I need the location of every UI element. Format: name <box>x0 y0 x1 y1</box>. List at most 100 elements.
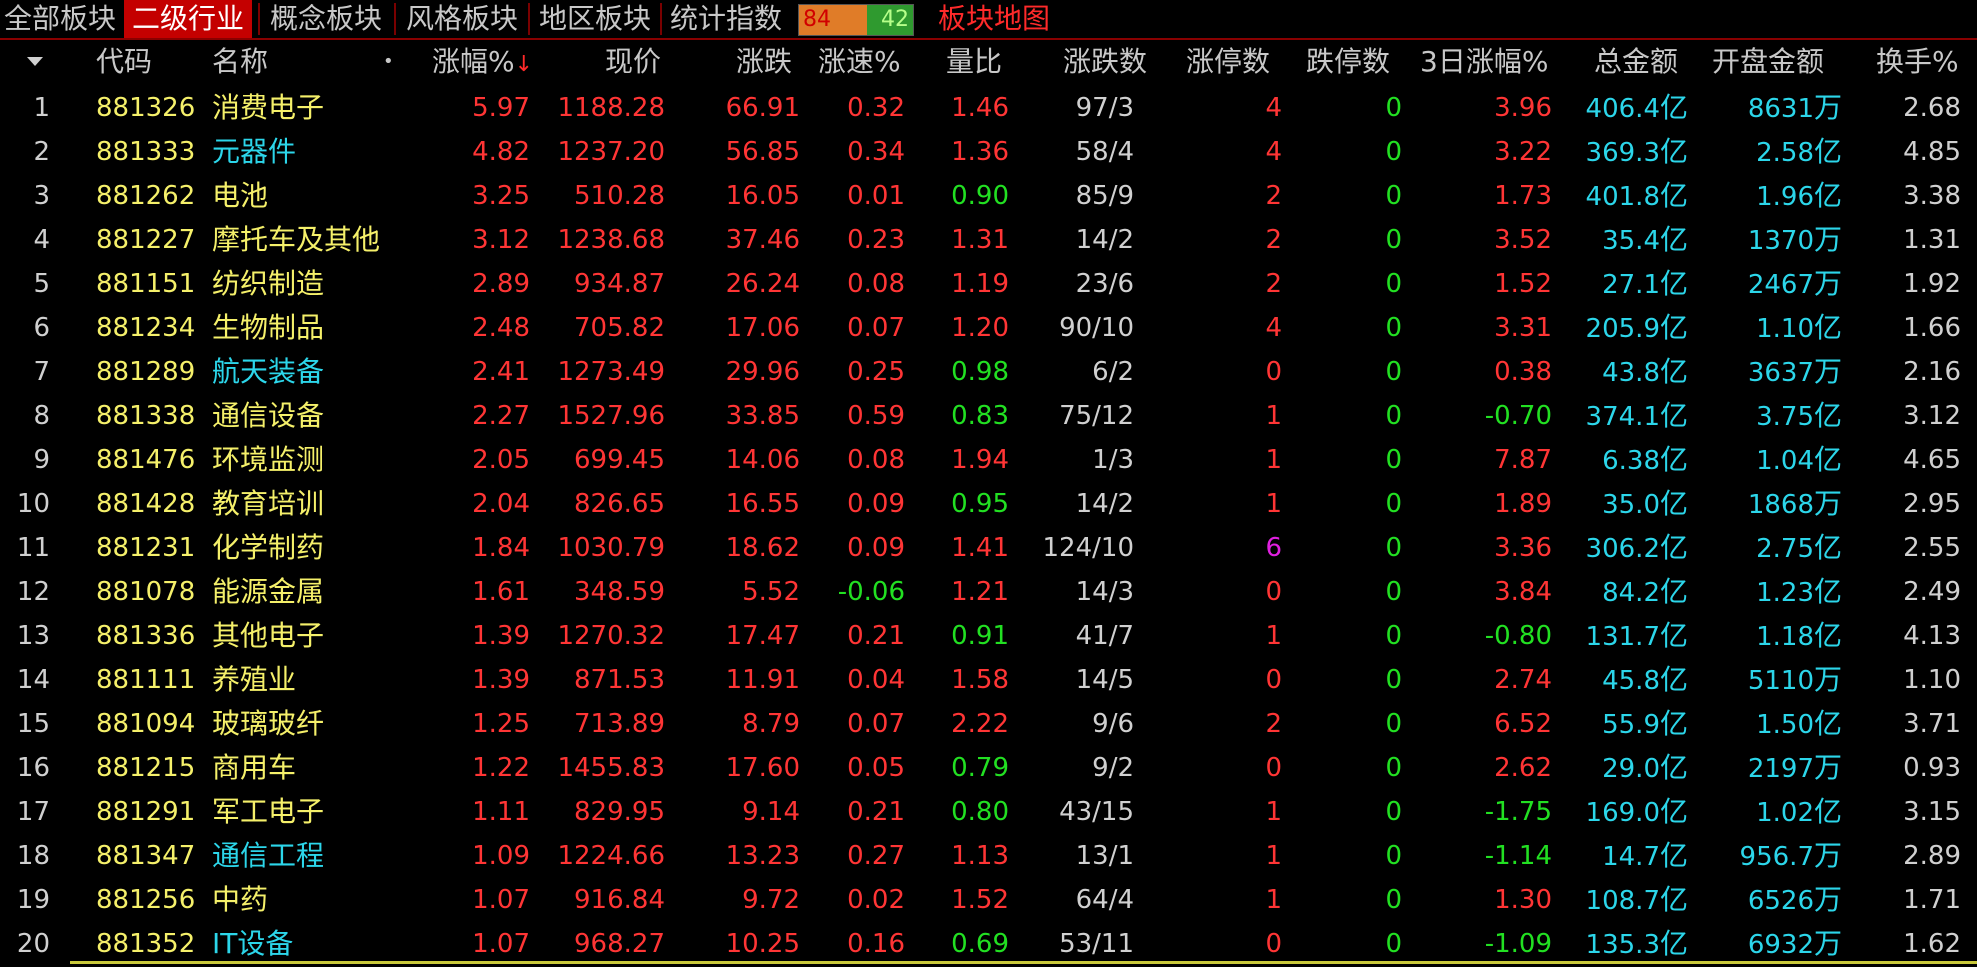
change-speed: 0.32 <box>847 93 905 123</box>
sector-code: 881231 <box>96 533 196 563</box>
pct-change: 1.07 <box>472 885 530 915</box>
table-row[interactable]: 11 881231 化学制药 1.84 1030.79 18.62 0.09 1.41 124/… <box>0 526 1977 570</box>
volume-ratio: 0.83 <box>951 401 1009 431</box>
table-row[interactable]: 14 881111 养殖业 1.39 871.53 11.91 0.04 1.58 14/5 0 0… <box>0 658 1977 702</box>
total-amount-value: 205.9 <box>1585 314 1660 344</box>
price-change: 17.47 <box>725 621 800 651</box>
table-row[interactable]: 20 881352 IT设备 1.07 968.27 10.25 0.16 0.69 53/11… <box>0 922 1977 966</box>
sector-name: 电池 <box>212 179 269 212</box>
table-row[interactable]: 9 881476 环境监测 2.05 699.45 14.06 0.08 1.94 1/3 1 0 7… <box>0 438 1977 482</box>
tab-concept-sectors[interactable]: 概念板块 <box>262 0 390 38</box>
price-change: 56.85 <box>725 137 800 167</box>
volume-ratio: 0.80 <box>951 797 1009 827</box>
total-amount-unit: 亿 <box>1659 531 1688 564</box>
up-down-count: 124/10 <box>1042 533 1134 563</box>
table-row[interactable]: 15 881094 玻璃玻纤 1.25 713.89 8.79 0.07 2.22 9/6 2 0 6… <box>0 702 1977 746</box>
total-amount-unit: 亿 <box>1659 751 1688 784</box>
tab-style-sectors[interactable]: 风格板块 <box>398 0 526 38</box>
table-row[interactable]: 6 881234 生物制品 2.48 705.82 17.06 0.07 1.20 90/10 4… <box>0 306 1977 350</box>
price-change: 11.91 <box>725 665 800 695</box>
total-amount: 14.7亿 <box>1560 834 1688 878</box>
sector-name: 玻璃玻纤 <box>212 707 325 740</box>
pct-change: 1.25 <box>472 709 530 739</box>
table-row[interactable]: 5 881151 纺织制造 2.89 934.87 26.24 0.08 1.19 23/6 2 0… <box>0 262 1977 306</box>
header-pct-change-label: 涨幅% <box>432 45 515 78</box>
table-row[interactable]: 4 881227 摩托车及其他 3.12 1238.68 37.46 0.23 1.31 14/… <box>0 218 1977 262</box>
table-row[interactable]: 18 881347 通信工程 1.09 1224.66 13.23 0.27 1.13 13/1… <box>0 834 1977 878</box>
total-amount-value: 374.1 <box>1585 402 1660 432</box>
sector-map-link[interactable]: 板块地图 <box>938 0 1050 38</box>
limit-up-count: 0 <box>1265 357 1282 387</box>
price-change: 17.60 <box>725 753 800 783</box>
open-amount: 5110万 <box>1700 658 1842 702</box>
pct-change: 2.27 <box>472 401 530 431</box>
turnover: 1.66 <box>1903 313 1961 343</box>
three-day-change: 1.52 <box>1494 269 1552 299</box>
header-speed[interactable]: 涨速% <box>818 40 901 84</box>
table-row[interactable]: 1 881326 消费电子 5.97 1188.28 66.91 0.32 1.46 97/3 4… <box>0 86 1977 130</box>
pct-change: 1.07 <box>472 929 530 959</box>
header-volume-ratio[interactable]: 量比 <box>946 40 1002 84</box>
header-up-down-count[interactable]: 涨跌数 <box>1063 40 1147 84</box>
up-down-count: 6/2 <box>1092 357 1134 387</box>
limit-up-count: 1 <box>1265 797 1282 827</box>
change-speed: 0.21 <box>847 621 905 651</box>
header-total-amount[interactable]: 总金额 <box>1594 40 1678 84</box>
total-amount: 84.2亿 <box>1560 570 1688 614</box>
table-row[interactable]: 17 881291 军工电子 1.11 829.95 9.14 0.21 0.80 43/15 1… <box>0 790 1977 834</box>
sector-name: 能源金属 <box>212 575 325 608</box>
row-index: 12 <box>16 577 50 607</box>
header-open-amount[interactable]: 开盘金额 <box>1712 40 1824 84</box>
open-amount-value: 1868 <box>1747 490 1814 520</box>
change-speed: 0.16 <box>847 929 905 959</box>
current-price: 871.53 <box>574 665 665 695</box>
header-limit-down-count[interactable]: 跌停数 <box>1306 40 1390 84</box>
sector-name: 摩托车及其他 <box>212 223 381 256</box>
change-speed: 0.08 <box>847 269 905 299</box>
price-change: 29.96 <box>725 357 800 387</box>
header-code[interactable]: 代码 <box>96 40 152 84</box>
header-pct-change[interactable]: 涨幅%↓ <box>432 40 533 84</box>
table-row[interactable]: 3 881262 电池 3.25 510.28 16.05 0.01 0.90 85/9 2 0 1.… <box>0 174 1977 218</box>
header-name-dot: • <box>383 51 394 72</box>
row-index: 16 <box>16 753 50 783</box>
table-row[interactable]: 8 881338 通信设备 2.27 1527.96 33.85 0.59 0.83 75/12… <box>0 394 1977 438</box>
table-row[interactable]: 16 881215 商用车 1.22 1455.83 17.60 0.05 0.79 9/2 0 0… <box>0 746 1977 790</box>
header-change[interactable]: 涨跌 <box>736 40 792 84</box>
open-amount-value: 2.58 <box>1756 138 1814 168</box>
table-row[interactable]: 2 881333 元器件 4.82 1237.20 56.85 0.34 1.36 58/4 4 0… <box>0 130 1977 174</box>
open-amount: 6932万 <box>1700 922 1842 966</box>
total-amount-value: 131.7 <box>1585 622 1660 652</box>
three-day-change: 1.73 <box>1494 181 1552 211</box>
open-amount-value: 2.75 <box>1756 534 1814 564</box>
tab-all-sectors[interactable]: 全部板块 <box>0 0 120 38</box>
turnover: 4.65 <box>1903 445 1961 475</box>
table-row[interactable]: 10 881428 教育培训 2.04 826.65 16.55 0.09 0.95 14/2 1… <box>0 482 1977 526</box>
tab-statistics-index[interactable]: 统计指数 <box>662 0 790 38</box>
total-amount: 6.38亿 <box>1560 438 1688 482</box>
column-menu-caret-icon[interactable] <box>27 57 43 66</box>
up-down-count: 75/12 <box>1059 401 1134 431</box>
header-price[interactable]: 现价 <box>605 40 661 84</box>
turnover: 1.10 <box>1903 665 1961 695</box>
header-name[interactable]: 名称 <box>212 40 268 84</box>
total-amount-value: 29.0 <box>1602 754 1660 784</box>
table-row[interactable]: 12 881078 能源金属 1.61 348.59 5.52 -0.06 1.21 14/3 0… <box>0 570 1977 614</box>
price-change: 9.72 <box>742 885 800 915</box>
tab-secondary-industry[interactable]: 二级行业 <box>124 0 252 38</box>
sector-code: 881262 <box>96 181 196 211</box>
tab-region-sectors[interactable]: 地区板块 <box>530 0 660 38</box>
table-row[interactable]: 7 881289 航天装备 2.41 1273.49 29.96 0.25 0.98 6/2 0 0… <box>0 350 1977 394</box>
header-limit-up-count[interactable]: 涨停数 <box>1186 40 1270 84</box>
header-turnover[interactable]: 换手% <box>1876 40 1959 84</box>
total-amount-unit: 亿 <box>1659 663 1688 696</box>
three-day-change: -1.09 <box>1484 929 1552 959</box>
open-amount: 2.75亿 <box>1700 526 1842 570</box>
header-three-day-change[interactable]: 3日涨幅% <box>1420 40 1548 84</box>
table-row[interactable]: 19 881256 中药 1.07 916.84 9.72 0.02 1.52 64/4 1 0 1.… <box>0 878 1977 922</box>
three-day-change: 0.38 <box>1494 357 1552 387</box>
change-speed: 0.09 <box>847 489 905 519</box>
total-amount-unit: 亿 <box>1659 487 1688 520</box>
table-row[interactable]: 13 881336 其他电子 1.39 1270.32 17.47 0.21 0.91 41/7… <box>0 614 1977 658</box>
turnover: 4.85 <box>1903 137 1961 167</box>
